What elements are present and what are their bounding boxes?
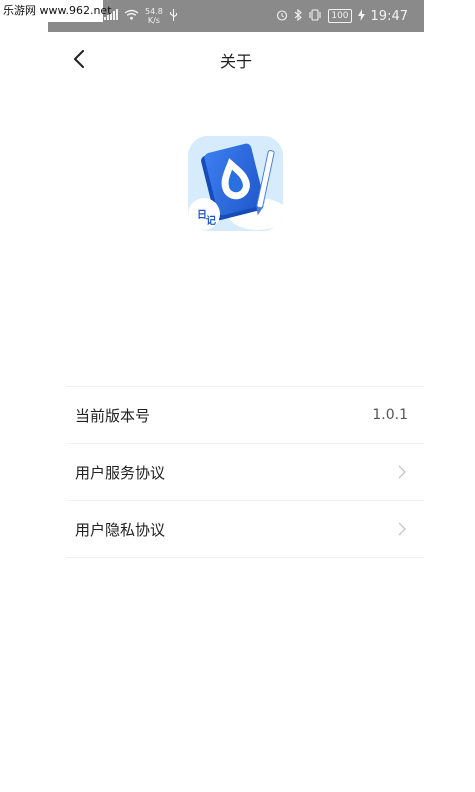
network-speed-value: 54.8 xyxy=(145,7,163,16)
privacy-agreement-row[interactable]: 用户隐私协议 xyxy=(48,501,424,557)
alarm-icon xyxy=(276,9,288,24)
charging-icon xyxy=(357,8,365,24)
chevron-right-icon xyxy=(396,521,408,537)
version-value: 1.0.1 xyxy=(372,407,408,423)
about-list: 当前版本号 1.0.1 用户服务协议 用户隐私协议 xyxy=(48,386,424,558)
divider xyxy=(66,557,424,558)
bluetooth-icon xyxy=(294,8,303,24)
page-title: 关于 xyxy=(219,52,252,71)
network-speed: 54.8 K/s xyxy=(145,7,163,25)
version-label: 当前版本号 xyxy=(75,406,151,425)
app-logo: 日 记 xyxy=(188,136,283,231)
logo-char-2: 记 xyxy=(206,215,216,227)
chevron-right-icon xyxy=(396,464,408,480)
status-bar-left: 54.8 K/s xyxy=(104,0,178,32)
version-row: 当前版本号 1.0.1 xyxy=(48,387,424,443)
privacy-agreement-label: 用户隐私协议 xyxy=(75,520,166,539)
wifi-icon xyxy=(124,9,139,23)
network-speed-unit: K/s xyxy=(147,16,160,25)
vibrate-icon xyxy=(308,8,322,24)
usb-icon xyxy=(169,8,178,24)
service-agreement-label: 用户服务协议 xyxy=(75,463,166,482)
watermark: 乐游网 www.962.net xyxy=(0,0,112,22)
phone-screen: 54.8 K/s 100 19:47 关于 日 记 当前版本号 1.0.1 用户… xyxy=(48,0,424,792)
status-time: 19:47 xyxy=(370,8,408,24)
service-agreement-row[interactable]: 用户服务协议 xyxy=(48,444,424,500)
status-bar-right: 100 19:47 xyxy=(276,0,408,32)
battery-indicator: 100 xyxy=(328,9,352,23)
nav-bar: 关于 xyxy=(48,32,424,86)
